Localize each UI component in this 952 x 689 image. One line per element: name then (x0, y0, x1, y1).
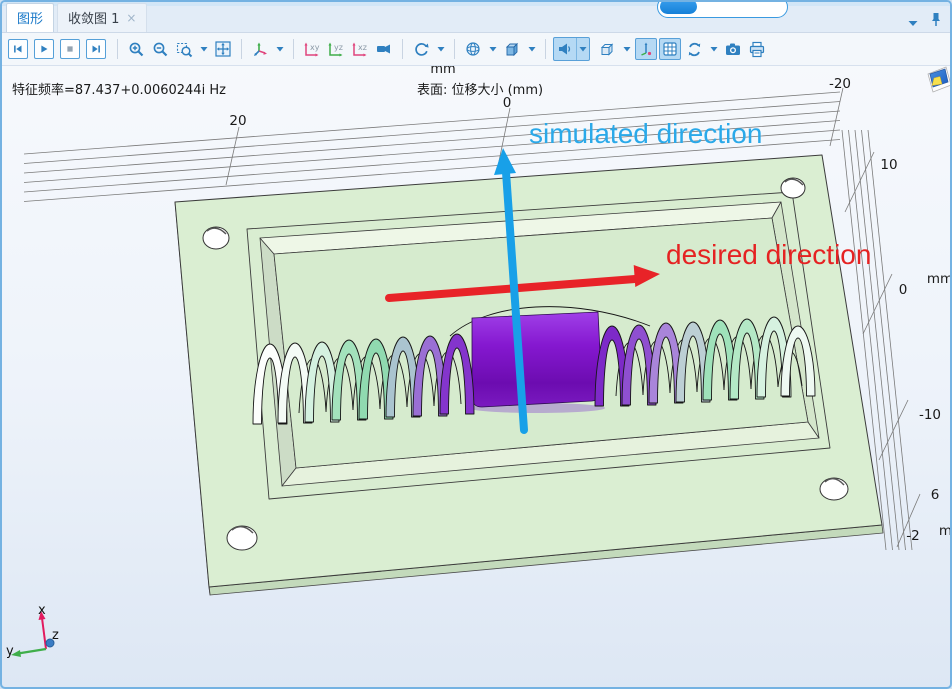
step-forward-button[interactable] (86, 39, 106, 59)
zoom-out-button[interactable] (149, 38, 171, 60)
printer-icon (748, 41, 766, 58)
zoom-extents-button[interactable] (212, 38, 234, 60)
window-chrome: 图形 收敛图 1 × (2, 2, 950, 66)
zoom-box-button[interactable] (173, 38, 195, 60)
graphics-toolbar: xy yz xz (2, 33, 950, 66)
axis-triad: x z y (6, 603, 59, 659)
triad-x-label: x (38, 603, 46, 618)
show-axes-toggle[interactable] (635, 38, 657, 60)
box-outline-icon (599, 41, 616, 58)
axes-icon (638, 41, 654, 57)
camera-icon (724, 41, 742, 57)
grid-icon (662, 41, 678, 57)
graphics-window: 20 0 -20 10 0 -10 6 -2 mm mm (0, 0, 952, 689)
default-view-button[interactable] (373, 38, 395, 60)
toolbar-separator (454, 39, 455, 59)
tick-label: 20 (229, 113, 246, 129)
projector-icon (375, 41, 393, 57)
show-grid-toggle[interactable] (659, 38, 681, 60)
close-icon[interactable]: × (126, 11, 136, 25)
tick-label: 6 (931, 487, 940, 503)
environment-dropdown[interactable] (620, 38, 633, 60)
triad-y-label: y (6, 644, 14, 659)
toolbar-separator (117, 39, 118, 59)
print-button[interactable] (746, 38, 768, 60)
plot-window-icon[interactable] (928, 67, 951, 92)
go-to-view-icon (252, 41, 269, 58)
tab-convergence-label: 收敛图 1 (68, 8, 119, 27)
simulated-direction-label: simulated direction (529, 118, 762, 149)
speaker-icon (557, 41, 573, 57)
screenshot-button[interactable] (722, 38, 744, 60)
chevron-down-icon[interactable] (908, 12, 918, 31)
rotate-view-button[interactable] (410, 38, 432, 60)
transparency-button[interactable] (501, 38, 523, 60)
view-xy-button[interactable]: xy (301, 38, 323, 60)
surface-plot-title: 表面: 位移大小 (mm) (417, 79, 543, 98)
step-backward-icon (11, 42, 25, 56)
step-backward-button[interactable] (8, 39, 28, 59)
transparency-dropdown[interactable] (525, 38, 538, 60)
view-yz-button[interactable]: yz (325, 38, 347, 60)
cube-icon (504, 41, 521, 58)
environment-button[interactable] (596, 38, 618, 60)
pin-icon[interactable] (930, 12, 942, 31)
view-yz-icon: yz (326, 41, 346, 58)
zoom-box-dropdown[interactable] (197, 38, 210, 60)
view-xz-button[interactable]: xz (349, 38, 371, 60)
scene-light-dropdown[interactable] (486, 38, 499, 60)
stop-button[interactable] (60, 39, 80, 59)
view-xz-icon: xz (350, 41, 370, 58)
tab-bar: 图形 收敛图 1 × (2, 6, 950, 33)
svg-text:xz: xz (358, 43, 367, 52)
desired-direction-label: desired direction (666, 239, 871, 270)
rotate-icon (413, 41, 430, 58)
svg-text:xy: xy (310, 43, 320, 52)
view-xy-icon: xy (302, 41, 322, 58)
zoom-box-icon (176, 41, 193, 58)
go-to-view-button[interactable] (249, 38, 271, 60)
triad-z-label: z (52, 628, 59, 643)
play-button[interactable] (34, 39, 54, 59)
scene-light-button[interactable] (462, 38, 484, 60)
toolbar-separator (402, 39, 403, 59)
eigenfrequency-text: 特征频率=87.437+0.0060244i Hz (12, 79, 226, 98)
zoom-in-button[interactable] (125, 38, 147, 60)
tab-graphics[interactable]: 图形 (6, 3, 54, 32)
play-icon (37, 42, 51, 56)
view-toggle-pill[interactable] (657, 0, 788, 18)
update-plot-dropdown[interactable] (707, 38, 720, 60)
rotate-dropdown[interactable] (434, 38, 447, 60)
toggle-knob (660, 0, 697, 14)
tick-label: 0 (899, 282, 908, 298)
tab-convergence-plot[interactable]: 收敛图 1 × (57, 3, 147, 32)
toolbar-separator (293, 39, 294, 59)
tick-label: -2 (906, 528, 919, 544)
axis-unit-label: mm (939, 523, 952, 539)
mass-cylinder (469, 312, 605, 413)
go-to-view-dropdown[interactable] (273, 38, 286, 60)
graphics-canvas[interactable]: 20 0 -20 10 0 -10 6 -2 mm mm (2, 2, 952, 689)
sound-dropdown[interactable] (576, 38, 589, 60)
tick-label: -20 (829, 76, 851, 92)
sound-button-group (553, 37, 590, 61)
zoom-in-icon (128, 41, 145, 58)
sync-icon (686, 41, 703, 58)
tick-label: -10 (919, 407, 941, 423)
step-forward-icon (89, 42, 103, 56)
zoom-extents-icon (214, 40, 232, 58)
svg-text:yz: yz (334, 43, 343, 52)
sound-button[interactable] (554, 38, 576, 60)
toolbar-separator (545, 39, 546, 59)
stop-icon (63, 42, 77, 56)
axis-unit-label: mm (927, 271, 952, 287)
toolbar-separator (241, 39, 242, 59)
zoom-out-icon (152, 41, 169, 58)
globe-icon (464, 40, 482, 58)
tick-label: 10 (880, 157, 897, 173)
update-plot-button[interactable] (683, 38, 705, 60)
